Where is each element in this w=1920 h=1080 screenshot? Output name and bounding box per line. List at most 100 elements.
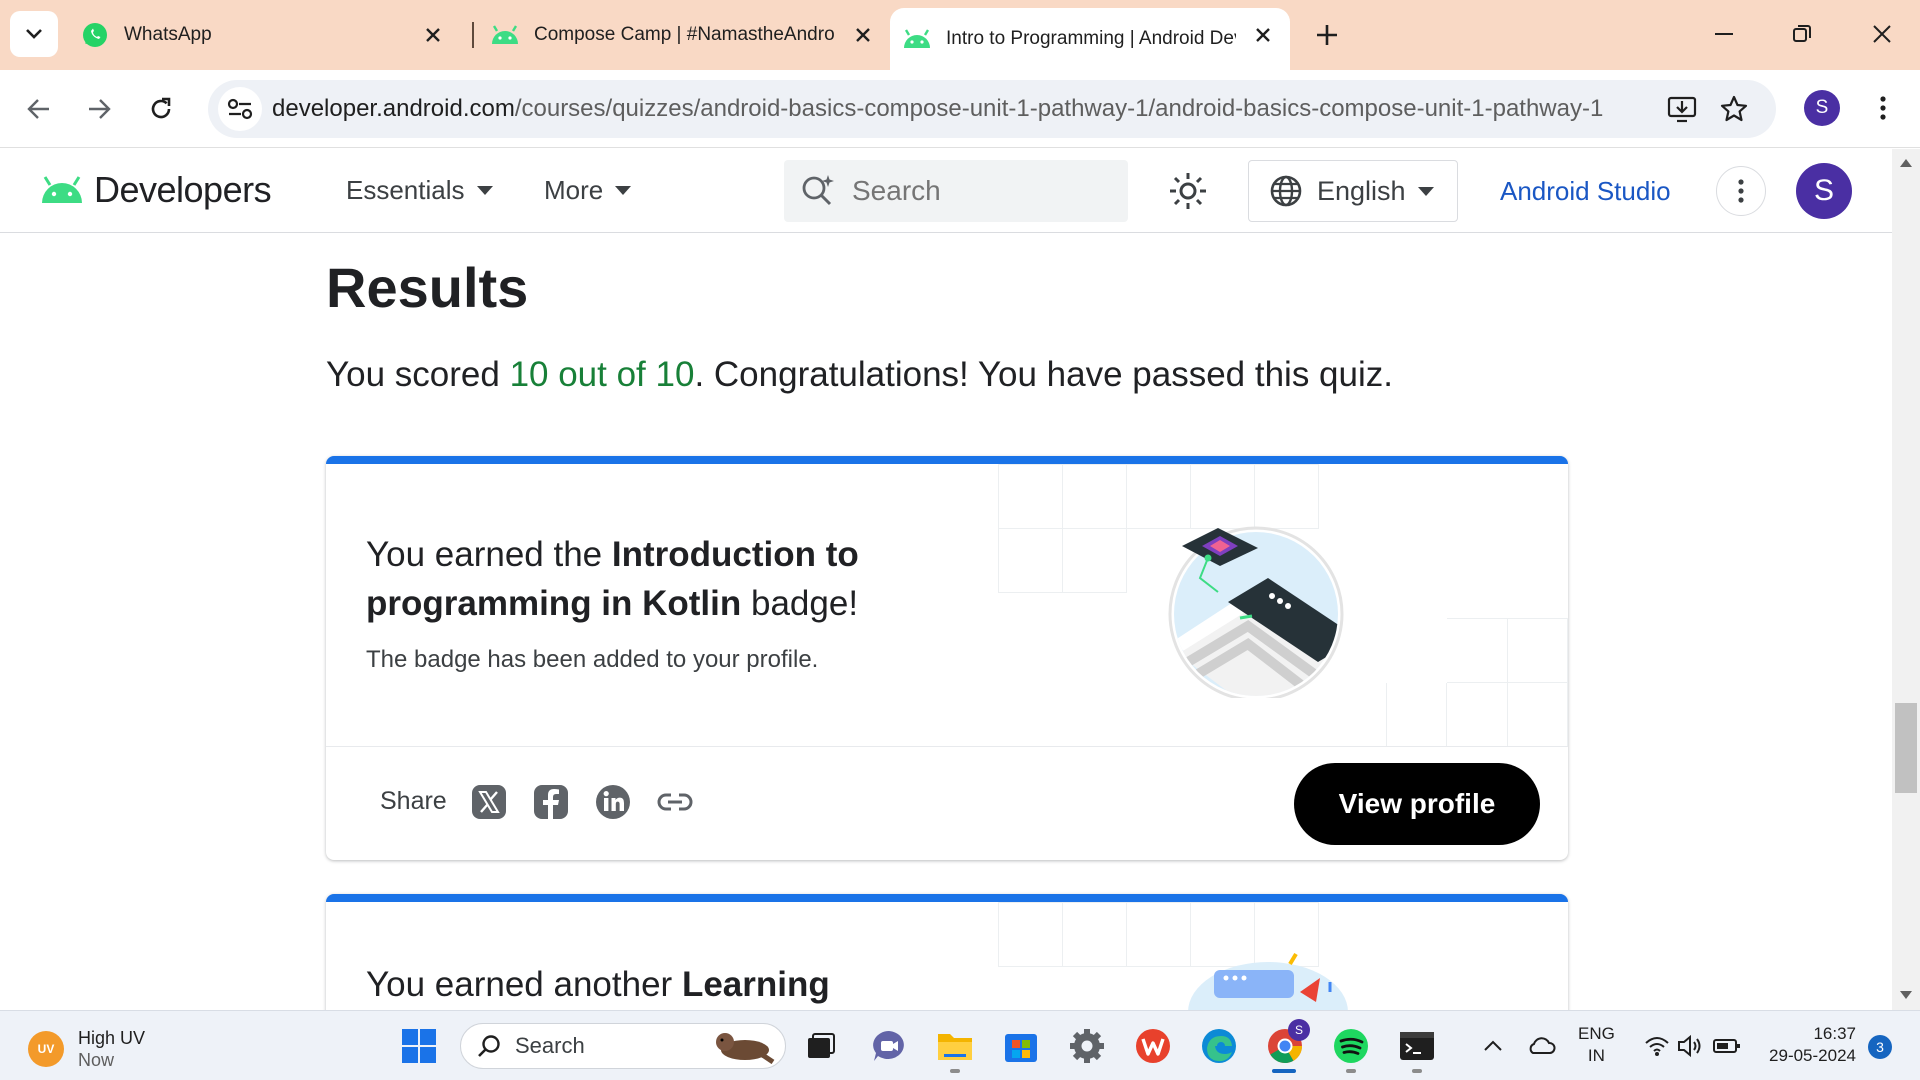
edge-icon xyxy=(1202,1029,1236,1063)
install-app-button[interactable] xyxy=(1664,91,1700,127)
close-window-button[interactable] xyxy=(1862,16,1902,52)
android-studio-link[interactable]: Android Studio xyxy=(1500,176,1671,207)
active-app-indicator xyxy=(1272,1069,1296,1073)
plus-icon xyxy=(1317,25,1337,45)
teams-chat-button[interactable] xyxy=(868,1025,910,1067)
share-facebook-button[interactable] xyxy=(532,783,570,821)
scroll-up-arrow-icon[interactable] xyxy=(1900,159,1912,167)
language-selector[interactable]: English xyxy=(1248,160,1458,222)
spotify-icon xyxy=(1334,1029,1368,1063)
browser-toolbar: developer.android.com/courses/quizzes/an… xyxy=(0,70,1920,148)
tab-title: WhatsApp xyxy=(124,24,212,45)
minimize-icon xyxy=(1715,33,1733,35)
otter-illustration-icon xyxy=(716,1033,775,1064)
page-scrollbar[interactable] xyxy=(1892,149,1920,1011)
share-x-button[interactable] xyxy=(470,783,508,821)
reload-icon xyxy=(151,97,171,119)
x-twitter-icon xyxy=(472,785,506,819)
second-headline-prefix: You earned another xyxy=(366,965,682,1004)
close-tab-icon[interactable] xyxy=(850,22,876,48)
clock-date: 29-05-2024 xyxy=(1769,1046,1856,1065)
nav-more[interactable]: More xyxy=(544,175,632,206)
taskbar-search-label: Search xyxy=(515,1033,585,1058)
chat-icon xyxy=(873,1031,904,1061)
close-tab-icon[interactable] xyxy=(1250,22,1276,48)
more-vert-icon xyxy=(1738,179,1744,203)
browser-menu-button[interactable] xyxy=(1866,90,1900,126)
input-language-indicator[interactable]: ENG IN xyxy=(1578,1023,1615,1067)
score-suffix: . Congratulations! You have passed this … xyxy=(694,355,1393,394)
taskbar-search[interactable]: Search xyxy=(460,1023,786,1069)
caret-down-icon xyxy=(1417,186,1434,196)
tab-compose-camp[interactable]: Compose Camp | #NamastheAndroid xyxy=(490,8,890,62)
minimize-button[interactable] xyxy=(1704,16,1744,52)
more-vert-icon xyxy=(1880,96,1886,120)
arrow-right-icon xyxy=(89,99,111,119)
wps-office-button[interactable] xyxy=(1132,1025,1174,1067)
new-tab-button[interactable] xyxy=(1310,18,1344,52)
start-button[interactable] xyxy=(398,1025,440,1067)
notification-count-badge[interactable]: 3 xyxy=(1868,1035,1892,1059)
browser-profile-avatar[interactable]: S xyxy=(1804,90,1840,126)
nav-essentials-label: Essentials xyxy=(346,175,465,205)
edge-button[interactable] xyxy=(1198,1025,1240,1067)
back-button[interactable] xyxy=(18,88,60,130)
gear-icon xyxy=(1070,1029,1104,1063)
reload-button[interactable] xyxy=(140,88,182,130)
nav-more-label: More xyxy=(544,175,604,205)
share-linkedin-button[interactable] xyxy=(594,783,632,821)
chrome-button[interactable]: S xyxy=(1264,1019,1310,1067)
onedrive-button[interactable] xyxy=(1520,1025,1562,1067)
file-explorer-button[interactable] xyxy=(934,1025,976,1067)
tab-title: Intro to Programming | Android Developer… xyxy=(946,28,1236,49)
microsoft-store-button[interactable] xyxy=(1000,1025,1042,1067)
close-tab-icon[interactable] xyxy=(420,22,446,48)
show-hidden-icons-button[interactable] xyxy=(1472,1025,1514,1067)
user-avatar[interactable]: S xyxy=(1796,163,1852,219)
url-text: developer.android.com/courses/quizzes/an… xyxy=(272,95,1662,123)
weather-widget[interactable]: UV High UV Now xyxy=(28,1027,145,1071)
battery-button[interactable] xyxy=(1706,1025,1748,1067)
terminal-button[interactable] xyxy=(1396,1025,1438,1067)
url-host: developer.android.com xyxy=(272,95,515,122)
spotify-button[interactable] xyxy=(1330,1025,1372,1067)
clock[interactable]: 16:37 29-05-2024 xyxy=(1760,1023,1856,1067)
site-header: Developers Essentials More English Andro… xyxy=(0,149,1892,233)
lang-line2: IN xyxy=(1587,1046,1605,1065)
scroll-down-arrow-icon[interactable] xyxy=(1900,991,1912,999)
task-view-button[interactable] xyxy=(800,1025,842,1067)
logo-text: Developers xyxy=(94,169,272,210)
address-bar[interactable]: developer.android.com/courses/quizzes/an… xyxy=(208,80,1776,138)
copy-link-button[interactable] xyxy=(656,783,694,821)
site-info-button[interactable] xyxy=(218,87,262,131)
wps-office-icon xyxy=(1136,1029,1170,1063)
close-icon xyxy=(1873,25,1891,43)
forward-button[interactable] xyxy=(78,88,120,130)
restore-button[interactable] xyxy=(1782,16,1822,52)
caret-down-icon xyxy=(615,186,632,195)
linkedin-icon xyxy=(596,785,630,819)
grid-decoration xyxy=(1385,618,1568,747)
folder-icon xyxy=(938,1034,972,1060)
store-icon xyxy=(1005,1034,1037,1062)
wifi-icon xyxy=(1645,1037,1669,1056)
android-logo-icon xyxy=(42,176,82,203)
share-label: Share xyxy=(380,787,447,815)
scroll-thumb[interactable] xyxy=(1895,703,1917,793)
site-search-input[interactable] xyxy=(852,175,1112,207)
site-search-box[interactable] xyxy=(784,160,1128,222)
cloud-icon xyxy=(1529,1037,1556,1054)
developers-logo[interactable]: Developers xyxy=(40,169,272,211)
view-profile-button[interactable]: View profile xyxy=(1294,763,1540,845)
terminal-icon xyxy=(1400,1032,1434,1060)
tab-intro-to-programming[interactable]: Intro to Programming | Android Developer… xyxy=(890,8,1290,70)
install-icon xyxy=(1667,96,1697,123)
bookmark-button[interactable] xyxy=(1716,91,1752,127)
site-more-menu-button[interactable] xyxy=(1716,166,1766,216)
tab-search-button[interactable] xyxy=(10,11,58,57)
theme-toggle-button[interactable] xyxy=(1164,167,1212,215)
nav-essentials[interactable]: Essentials xyxy=(346,175,493,206)
tab-whatsapp[interactable]: WhatsApp xyxy=(80,8,460,62)
uv-weather-icon: UV xyxy=(28,1031,64,1067)
settings-button[interactable] xyxy=(1066,1025,1108,1067)
